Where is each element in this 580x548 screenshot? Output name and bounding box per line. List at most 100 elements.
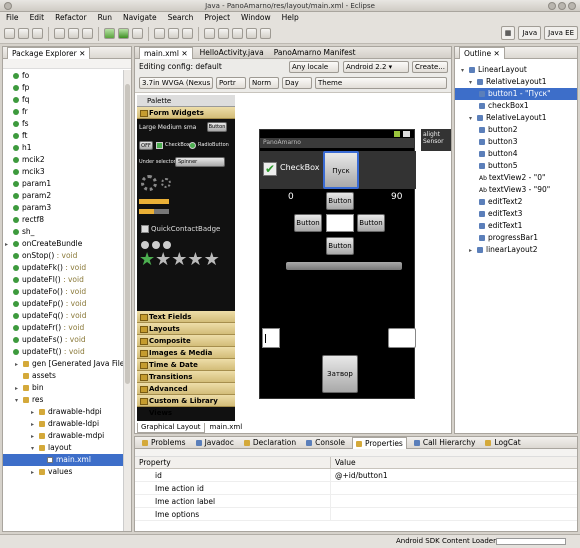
- explorer-item[interactable]: fo: [3, 70, 131, 82]
- palette-cat-form-widgets[interactable]: Form Widgets: [137, 107, 235, 119]
- explorer-scroll-thumb[interactable]: [125, 84, 130, 384]
- back-icon[interactable]: [246, 28, 257, 39]
- explorer-item[interactable]: fr: [3, 106, 131, 118]
- outline-item[interactable]: progressBar1: [455, 232, 577, 244]
- expand-toggle-icon[interactable]: ▸: [5, 239, 13, 251]
- expand-toggle-icon[interactable]: ▾: [469, 113, 477, 125]
- expand-toggle-icon[interactable]: ▸: [31, 467, 39, 479]
- device-checkbox[interactable]: CheckBox: [280, 163, 319, 172]
- checkbox-icon[interactable]: ✔: [263, 162, 277, 176]
- palette-cat-layouts[interactable]: Layouts: [137, 323, 235, 335]
- explorer-item[interactable]: ▾ res: [3, 394, 131, 406]
- pusk-button[interactable]: Пуск: [323, 151, 359, 189]
- radio-group-icon[interactable]: [163, 241, 171, 249]
- menu-search[interactable]: Search: [168, 12, 194, 24]
- external-tools-icon[interactable]: [132, 28, 143, 39]
- outline-item[interactable]: editText2: [455, 196, 577, 208]
- forward-icon[interactable]: [260, 28, 271, 39]
- android-sdk-icon[interactable]: [54, 28, 65, 39]
- col-value[interactable]: Value: [331, 457, 356, 468]
- palette-button[interactable]: Button: [207, 122, 227, 132]
- col-property[interactable]: Property: [135, 457, 331, 468]
- explorer-item[interactable]: updateFr() : void: [3, 322, 131, 334]
- new-package-icon[interactable]: [168, 28, 179, 39]
- explorer-item[interactable]: updateFt() : void: [3, 346, 131, 358]
- outline-item[interactable]: ▾ RelativeLayout1: [455, 76, 577, 88]
- explorer-item[interactable]: ▾ layout: [3, 442, 131, 454]
- tab-outline[interactable]: Outline ✕: [459, 46, 505, 59]
- explorer-scrollbar[interactable]: [123, 70, 131, 531]
- open-perspective-icon[interactable]: ▦: [500, 26, 516, 40]
- window-menu-icon[interactable]: [4, 2, 12, 10]
- palette-cat-text-fields[interactable]: Text Fields: [137, 311, 235, 323]
- outline-item[interactable]: ▾ LinearLayout: [455, 64, 577, 76]
- expand-toggle-icon[interactable]: ▾: [469, 77, 477, 89]
- explorer-item[interactable]: ▸ drawable-mdpi: [3, 430, 131, 442]
- palette-cat-advanced[interactable]: Advanced: [137, 383, 235, 395]
- target-combo[interactable]: Android 2.2 ▾: [343, 61, 409, 73]
- explorer-item[interactable]: ▸ onCreateBundle: [3, 238, 131, 250]
- run-icon[interactable]: [118, 28, 129, 39]
- menu-project[interactable]: Project: [204, 12, 230, 24]
- progress-large-icon[interactable]: [141, 175, 157, 191]
- center-edit[interactable]: [326, 214, 354, 232]
- explorer-item[interactable]: fs: [3, 118, 131, 130]
- ui-mode-combo[interactable]: Norm: [249, 77, 279, 89]
- tab-manifest[interactable]: PanoAmarno Manifest: [271, 47, 359, 58]
- palette-checkbox[interactable]: CheckBox: [165, 142, 190, 148]
- property-value[interactable]: [331, 508, 335, 520]
- explorer-item[interactable]: updateFs() : void: [3, 334, 131, 346]
- outline-item[interactable]: Ab textView3 - "90": [455, 184, 577, 196]
- rating-bar[interactable]: ★★★★★: [139, 251, 220, 269]
- expand-toggle-icon[interactable]: ▾: [15, 395, 23, 407]
- property-row[interactable]: Ime action id: [135, 482, 577, 495]
- screen-combo[interactable]: 3.7in WVGA (Nexus: [139, 77, 213, 89]
- explorer-item[interactable]: updateFp() : void: [3, 298, 131, 310]
- avd-manager-icon[interactable]: [68, 28, 79, 39]
- theme-combo[interactable]: Theme: [315, 77, 447, 89]
- explorer-item[interactable]: assets: [3, 370, 131, 382]
- perspective-java-ee[interactable]: Java EE: [544, 26, 578, 40]
- explorer-item[interactable]: param3: [3, 202, 131, 214]
- tab-hello-activity[interactable]: HelloActivity.java: [197, 47, 267, 58]
- outline-item[interactable]: ▾ RelativeLayout1: [455, 112, 577, 124]
- button-left[interactable]: Button: [294, 214, 322, 232]
- close-icon[interactable]: [568, 2, 576, 10]
- tab-javadoc[interactable]: Javadoc: [193, 437, 237, 448]
- explorer-item[interactable]: updateFq() : void: [3, 310, 131, 322]
- save-icon[interactable]: [18, 28, 29, 39]
- expand-toggle-icon[interactable]: ▸: [15, 359, 23, 371]
- minimize-icon[interactable]: [548, 2, 556, 10]
- edit-text-right[interactable]: [388, 328, 416, 348]
- progress-horizontal[interactable]: [139, 199, 169, 204]
- outline-item[interactable]: Ab textView2 - "0": [455, 172, 577, 184]
- palette-cat-custom-library-views[interactable]: Custom & Library Views: [137, 395, 235, 417]
- print-icon[interactable]: [32, 28, 43, 39]
- palette-cat-images-media[interactable]: Images & Media: [137, 347, 235, 359]
- explorer-item[interactable]: mcik2: [3, 154, 131, 166]
- radio-group-icon[interactable]: [141, 241, 149, 249]
- menu-help[interactable]: Help: [282, 12, 299, 24]
- button-right[interactable]: Button: [357, 214, 385, 232]
- menu-edit[interactable]: Edit: [30, 12, 45, 24]
- radio-group-icon[interactable]: [152, 241, 160, 249]
- explorer-item[interactable]: h1: [3, 142, 131, 154]
- edit-text-left[interactable]: [262, 328, 280, 348]
- explorer-item[interactable]: mcik3: [3, 166, 131, 178]
- progress-small-icon[interactable]: [161, 178, 171, 188]
- property-row[interactable]: id @+id/button1: [135, 469, 577, 482]
- expand-toggle-icon[interactable]: ▾: [461, 65, 469, 77]
- perspective-java[interactable]: Java: [518, 26, 542, 40]
- palette-checkbox-icon[interactable]: [156, 142, 163, 149]
- quickcontact-icon[interactable]: [141, 225, 149, 233]
- explorer-item[interactable]: ▸ values: [3, 466, 131, 478]
- explorer-item[interactable]: rectf8: [3, 214, 131, 226]
- explorer-item[interactable]: ft: [3, 130, 131, 142]
- palette-cat-composite[interactable]: Composite: [137, 335, 235, 347]
- new-icon[interactable]: [4, 28, 15, 39]
- orientation-combo[interactable]: Portr: [216, 77, 246, 89]
- outline-item[interactable]: ▸ linearLayout2: [455, 244, 577, 256]
- expand-toggle-icon[interactable]: ▸: [469, 245, 477, 257]
- outline-item[interactable]: checkBox1: [455, 100, 577, 112]
- outline-item[interactable]: editText1: [455, 220, 577, 232]
